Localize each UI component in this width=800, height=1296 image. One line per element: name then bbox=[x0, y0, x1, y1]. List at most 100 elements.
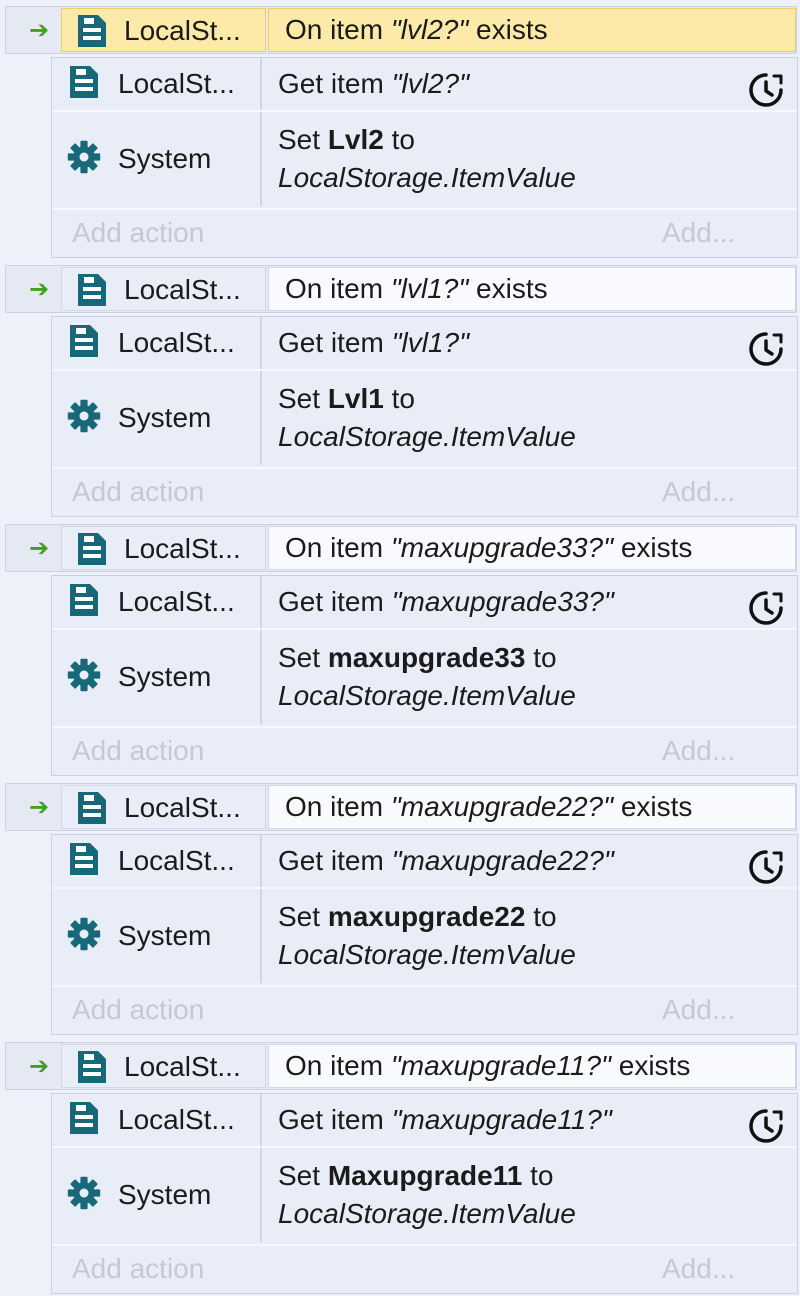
localstorage-icon bbox=[78, 792, 106, 824]
action-object[interactable]: LocalSt... bbox=[52, 835, 262, 887]
gear-icon bbox=[67, 1176, 101, 1210]
action-object[interactable]: LocalSt... bbox=[52, 58, 262, 110]
action-object-name: LocalSt... bbox=[118, 1104, 235, 1135]
add-more-button[interactable]: Add... bbox=[662, 987, 735, 1033]
action-text[interactable]: Get item "maxupgrade33?" bbox=[278, 576, 738, 628]
action-prefix: Set bbox=[278, 901, 328, 932]
action-row-set[interactable]: System Set Lvl2 to LocalStorage.ItemValu… bbox=[52, 112, 797, 206]
condition-row[interactable]: ➔ LocalSt... On item "lvl2?" exists bbox=[5, 6, 797, 54]
add-action-button[interactable]: Add action bbox=[72, 469, 204, 515]
add-row: Add action Add... bbox=[52, 210, 797, 256]
action-text[interactable]: Get item "lvl1?" bbox=[278, 317, 738, 369]
condition-row[interactable]: ➔ LocalSt... On item "maxupgrade11?" exi… bbox=[5, 1042, 797, 1090]
condition-object[interactable]: LocalSt... bbox=[61, 1044, 266, 1088]
condition-prefix: On item bbox=[285, 1050, 391, 1081]
action-object[interactable]: System bbox=[52, 371, 262, 465]
condition-object[interactable]: LocalSt... bbox=[61, 785, 266, 829]
condition-object[interactable]: LocalSt... bbox=[61, 8, 266, 52]
condition-text[interactable]: On item "maxupgrade11?" exists bbox=[268, 1044, 796, 1088]
condition-row[interactable]: ➔ LocalSt... On item "lvl1?" exists bbox=[5, 265, 797, 313]
action-value-2: ItemValue bbox=[450, 421, 576, 452]
localstorage-icon bbox=[78, 15, 106, 47]
condition-object-name: LocalSt... bbox=[124, 533, 241, 564]
add-more-button[interactable]: Add... bbox=[662, 469, 735, 515]
add-row: Add action Add... bbox=[52, 1246, 797, 1292]
add-more-button[interactable]: Add... bbox=[662, 728, 735, 774]
condition-object[interactable]: LocalSt... bbox=[61, 526, 266, 570]
action-text[interactable]: Get item "maxupgrade11?" bbox=[278, 1094, 738, 1146]
gear-icon bbox=[67, 140, 101, 174]
action-variable: Maxupgrade11 bbox=[327, 1160, 523, 1191]
action-object[interactable]: System bbox=[52, 112, 262, 206]
add-action-button[interactable]: Add action bbox=[72, 728, 204, 774]
action-row-set[interactable]: System Set Lvl1 to LocalStorage.ItemValu… bbox=[52, 371, 797, 465]
action-row-get[interactable]: LocalSt... Get item "maxupgrade22?" bbox=[52, 835, 797, 887]
action-text[interactable]: Set Maxupgrade11 to LocalStorage.ItemValu… bbox=[278, 1148, 738, 1242]
actions-block: LocalSt... Get item "maxupgrade11?" Syst… bbox=[51, 1093, 798, 1294]
action-key: "lvl1?" bbox=[391, 327, 470, 358]
condition-object-name: LocalSt... bbox=[124, 792, 241, 823]
action-text[interactable]: Set Lvl1 to LocalStorage.ItemValue bbox=[278, 371, 738, 465]
condition-key: "maxupgrade22?" bbox=[390, 791, 614, 822]
add-more-button[interactable]: Add... bbox=[662, 210, 735, 256]
wait-clock-icon bbox=[749, 332, 783, 366]
trigger-arrow-icon: ➔ bbox=[28, 535, 50, 562]
condition-object-name: LocalSt... bbox=[124, 274, 241, 305]
action-text[interactable]: Set maxupgrade33 to LocalStorage.ItemValu… bbox=[278, 630, 738, 724]
condition-row[interactable]: ➔ LocalSt... On item "maxupgrade33?" exi… bbox=[5, 524, 797, 572]
action-text[interactable]: Get item "maxupgrade22?" bbox=[278, 835, 738, 887]
add-more-button[interactable]: Add... bbox=[662, 1246, 735, 1292]
action-object[interactable]: System bbox=[52, 889, 262, 983]
action-text[interactable]: Set maxupgrade22 to LocalStorage.ItemValu… bbox=[278, 889, 738, 983]
condition-suffix: exists bbox=[610, 1050, 691, 1081]
action-variable: maxupgrade22 bbox=[327, 901, 526, 932]
localstorage-icon bbox=[78, 1051, 106, 1083]
action-mid: to bbox=[525, 642, 557, 673]
action-prefix: Set bbox=[278, 1160, 328, 1191]
add-action-button[interactable]: Add action bbox=[72, 210, 204, 256]
actions-block: LocalSt... Get item "lvl2?" System Set L… bbox=[51, 57, 798, 258]
action-row-set[interactable]: System Set maxupgrade33 to LocalStorage.I… bbox=[52, 630, 797, 724]
condition-object[interactable]: LocalSt... bbox=[61, 267, 266, 311]
trigger-arrow-icon: ➔ bbox=[28, 17, 50, 44]
localstorage-icon bbox=[70, 584, 98, 616]
action-row-set[interactable]: System Set maxupgrade22 to LocalStorage.I… bbox=[52, 889, 797, 983]
action-object[interactable]: LocalSt... bbox=[52, 317, 262, 369]
condition-text[interactable]: On item "maxupgrade33?" exists bbox=[268, 526, 796, 570]
action-object[interactable]: LocalSt... bbox=[52, 576, 262, 628]
action-object[interactable]: System bbox=[52, 630, 262, 724]
localstorage-icon bbox=[70, 66, 98, 98]
action-object[interactable]: System bbox=[52, 1148, 262, 1242]
condition-text[interactable]: On item "lvl1?" exists bbox=[268, 267, 796, 311]
event-block: ➔ LocalSt... On item "maxupgrade22?" exi… bbox=[0, 777, 800, 1036]
action-variable: maxupgrade33 bbox=[327, 642, 526, 673]
action-object-name: System bbox=[118, 402, 212, 433]
action-row-get[interactable]: LocalSt... Get item "maxupgrade11?" bbox=[52, 1094, 797, 1146]
action-row-get[interactable]: LocalSt... Get item "maxupgrade33?" bbox=[52, 576, 797, 628]
condition-row[interactable]: ➔ LocalSt... On item "maxupgrade22?" exi… bbox=[5, 783, 797, 831]
condition-prefix: On item bbox=[285, 791, 391, 822]
action-text[interactable]: Set Lvl2 to LocalStorage.ItemValue bbox=[278, 112, 738, 206]
action-row-get[interactable]: LocalSt... Get item "lvl1?" bbox=[52, 317, 797, 369]
condition-suffix: exists bbox=[613, 532, 693, 563]
condition-suffix: exists bbox=[468, 14, 548, 45]
add-row: Add action Add... bbox=[52, 987, 797, 1033]
action-text[interactable]: Get item "lvl2?" bbox=[278, 58, 738, 110]
action-row-set[interactable]: System Set Maxupgrade11 to LocalStorage.I… bbox=[52, 1148, 797, 1242]
action-key: "lvl2?" bbox=[391, 68, 470, 99]
localstorage-icon bbox=[70, 325, 98, 357]
action-value-2: ItemValue bbox=[450, 162, 576, 193]
action-mid: to bbox=[522, 1160, 554, 1191]
condition-text[interactable]: On item "lvl2?" exists bbox=[268, 8, 796, 52]
action-object[interactable]: LocalSt... bbox=[52, 1094, 262, 1146]
action-mid: to bbox=[525, 901, 557, 932]
event-block: ➔ LocalSt... On item "lvl2?" exists Loca… bbox=[0, 0, 800, 259]
action-key: "maxupgrade11?" bbox=[391, 1104, 612, 1135]
localstorage-icon bbox=[70, 1102, 98, 1134]
condition-prefix: On item bbox=[285, 14, 391, 45]
action-row-get[interactable]: LocalSt... Get item "lvl2?" bbox=[52, 58, 797, 110]
condition-prefix: On item bbox=[285, 273, 391, 304]
add-action-button[interactable]: Add action bbox=[72, 987, 204, 1033]
add-action-button[interactable]: Add action bbox=[72, 1246, 204, 1292]
condition-text[interactable]: On item "maxupgrade22?" exists bbox=[268, 785, 796, 829]
